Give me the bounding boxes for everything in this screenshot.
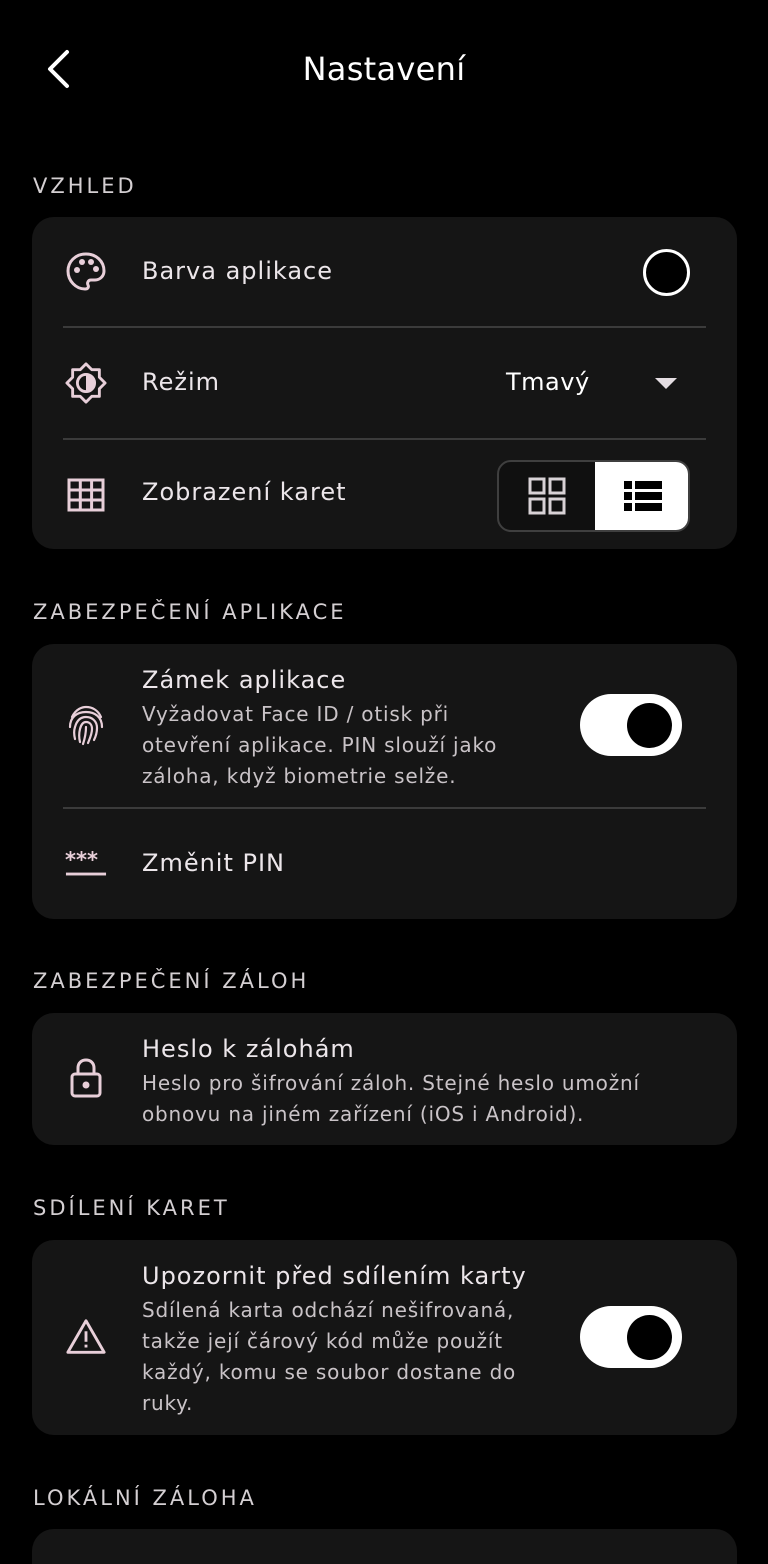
section-label-card-sharing: SDÍLENÍ KARET [33,1196,230,1220]
card-view-toggle [497,460,690,532]
app-lock-description-line: záloha, když biometrie selže. [142,764,457,788]
grid-view-button[interactable] [499,462,595,530]
app-color-row[interactable]: Barva aplikace [32,217,737,327]
backup-security-card: Heslo k zálohám Heslo pro šifrování zálo… [32,1013,737,1145]
fingerprint-icon [65,704,107,746]
app-lock-description-line: otevření aplikace. PIN slouží jako [142,733,498,757]
warn-before-share-title: Upozornit před sdílením karty [142,1262,527,1290]
warn-before-share-toggle[interactable] [580,1306,682,1368]
password-icon: *** [65,843,107,885]
backup-password-row[interactable]: Heslo k zálohám Heslo pro šifrování zálo… [32,1013,737,1145]
backup-password-description-line: obnovu na jiném zařízení (iOS i Android)… [142,1102,585,1126]
app-lock-description: Vyžadovat Face ID / otisk při otevření a… [142,699,497,792]
mode-dropdown[interactable]: Tmavý [502,366,682,402]
mode-value: Tmavý [506,368,590,396]
warn-before-share-description-line: Sdílená karta odchází nešifrovaná, [142,1298,515,1322]
app-header: Nastavení [0,0,768,140]
section-label-app-security: ZABEZPEČENÍ APLIKACE [33,600,347,624]
app-lock-toggle[interactable] [580,694,682,756]
grid-view-icon [528,477,566,515]
app-lock-title: Zámek aplikace [142,666,347,694]
backup-password-title: Heslo k zálohám [142,1035,355,1063]
color-swatch[interactable] [643,249,690,296]
lock-icon [65,1057,107,1099]
caret-down-icon [655,378,677,389]
palette-icon [65,251,107,293]
app-lock-description-line: Vyžadovat Face ID / otisk při [142,702,449,726]
list-view-button[interactable] [595,462,688,530]
backup-password-description-line: Heslo pro šifrování záloh. Stejné heslo … [142,1071,640,1095]
section-label-local-backup: LOKÁLNÍ ZÁLOHA [33,1486,257,1510]
list-view-icon [624,481,662,511]
warn-before-share-description-line: takže její čárový kód může použít [142,1329,503,1353]
page-title: Nastavení [302,50,466,88]
warn-before-share-description-line: ruky. [142,1391,194,1415]
mode-title: Režim [142,368,221,396]
app-security-card: Zámek aplikace Vyžadovat Face ID / otisk… [32,644,737,919]
mode-row: Režim Tmavý [32,328,737,438]
section-label-appearance: VZHLED [33,174,137,198]
appearance-card: Barva aplikace Režim Tmavý Zobrazení kar… [32,217,737,549]
brightness-icon [65,362,107,404]
grid-icon [65,474,107,516]
card-view-title: Zobrazení karet [142,478,347,506]
card-view-row: Zobrazení karet [32,440,737,549]
change-pin-title: Změnit PIN [142,849,286,877]
svg-text:***: *** [65,849,98,872]
app-color-title: Barva aplikace [142,257,333,285]
warn-before-share-description-line: každý, komu se soubor dostane do [142,1360,517,1384]
card-sharing-card: Upozornit před sdílením karty Sdílená ka… [32,1240,737,1435]
warning-icon [65,1316,107,1358]
change-pin-row[interactable]: *** Změnit PIN [32,809,737,919]
local-backup-card [32,1529,737,1564]
warn-before-share-description: Sdílená karta odchází nešifrovaná, takže… [142,1295,516,1419]
app-lock-row: Zámek aplikace Vyžadovat Face ID / otisk… [32,644,737,808]
section-label-backup-security: ZABEZPEČENÍ ZÁLOH [33,969,310,993]
backup-password-description: Heslo pro šifrování záloh. Stejné heslo … [142,1068,640,1130]
toggle-knob [627,703,672,748]
warn-before-share-row: Upozornit před sdílením karty Sdílená ka… [32,1240,737,1435]
toggle-knob [627,1315,672,1360]
